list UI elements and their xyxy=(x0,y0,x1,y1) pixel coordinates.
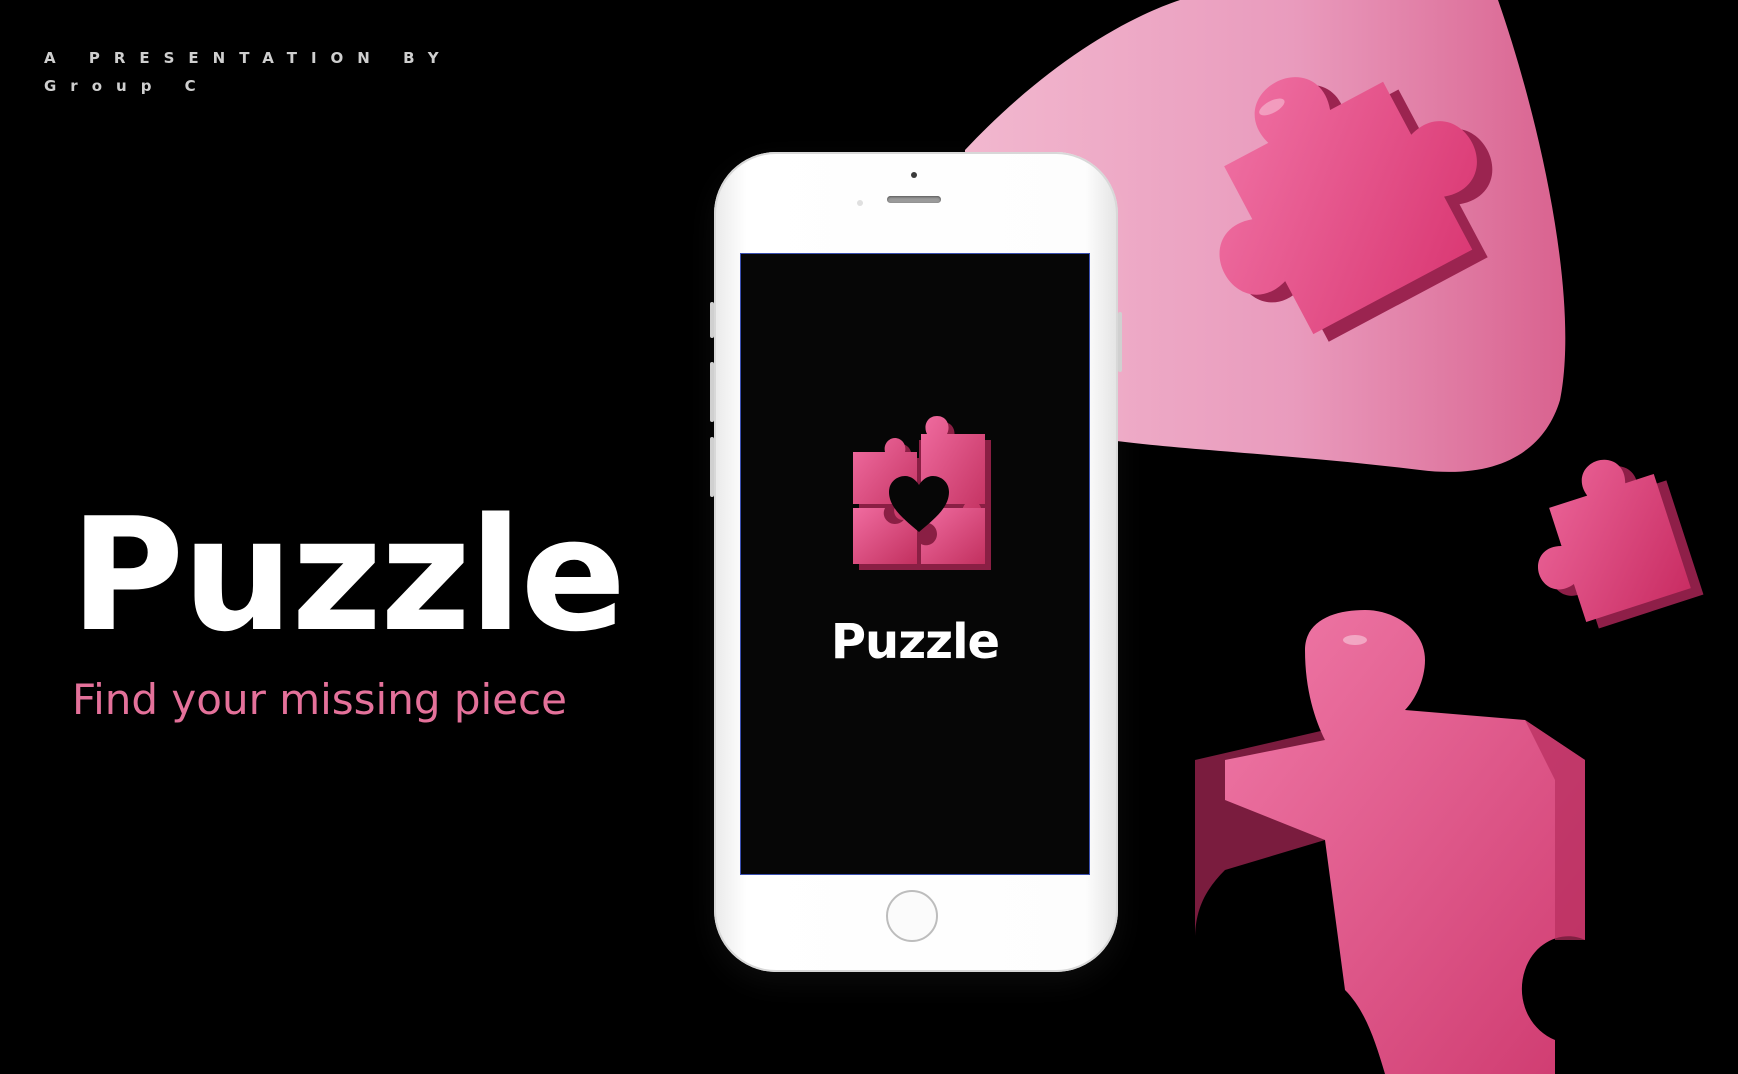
hero-tagline: Find your missing piece xyxy=(72,675,567,724)
phone-power-button xyxy=(1118,312,1122,372)
hero-title: Puzzle xyxy=(70,484,626,666)
byline-line-2: Group C xyxy=(44,77,210,95)
phone-volume-down xyxy=(710,437,714,497)
phone-volume-up xyxy=(710,362,714,422)
proximity-sensor xyxy=(857,200,863,206)
presentation-byline: A PRESENTATION BY Group C xyxy=(44,44,453,100)
front-camera xyxy=(911,172,917,178)
puzzle-piece-top-icon xyxy=(1219,77,1493,342)
home-button[interactable] xyxy=(886,890,938,942)
puzzle-heart-icon xyxy=(853,416,991,570)
phone-mockup: Puzzle xyxy=(710,152,1122,972)
phone-side-button xyxy=(710,302,714,338)
puzzle-piece-large-icon xyxy=(1195,610,1585,1074)
earpiece-speaker xyxy=(887,196,941,203)
phone-screen[interactable]: Puzzle xyxy=(740,253,1090,875)
byline-line-1: A PRESENTATION BY xyxy=(44,49,453,67)
app-title: Puzzle xyxy=(830,614,1000,670)
